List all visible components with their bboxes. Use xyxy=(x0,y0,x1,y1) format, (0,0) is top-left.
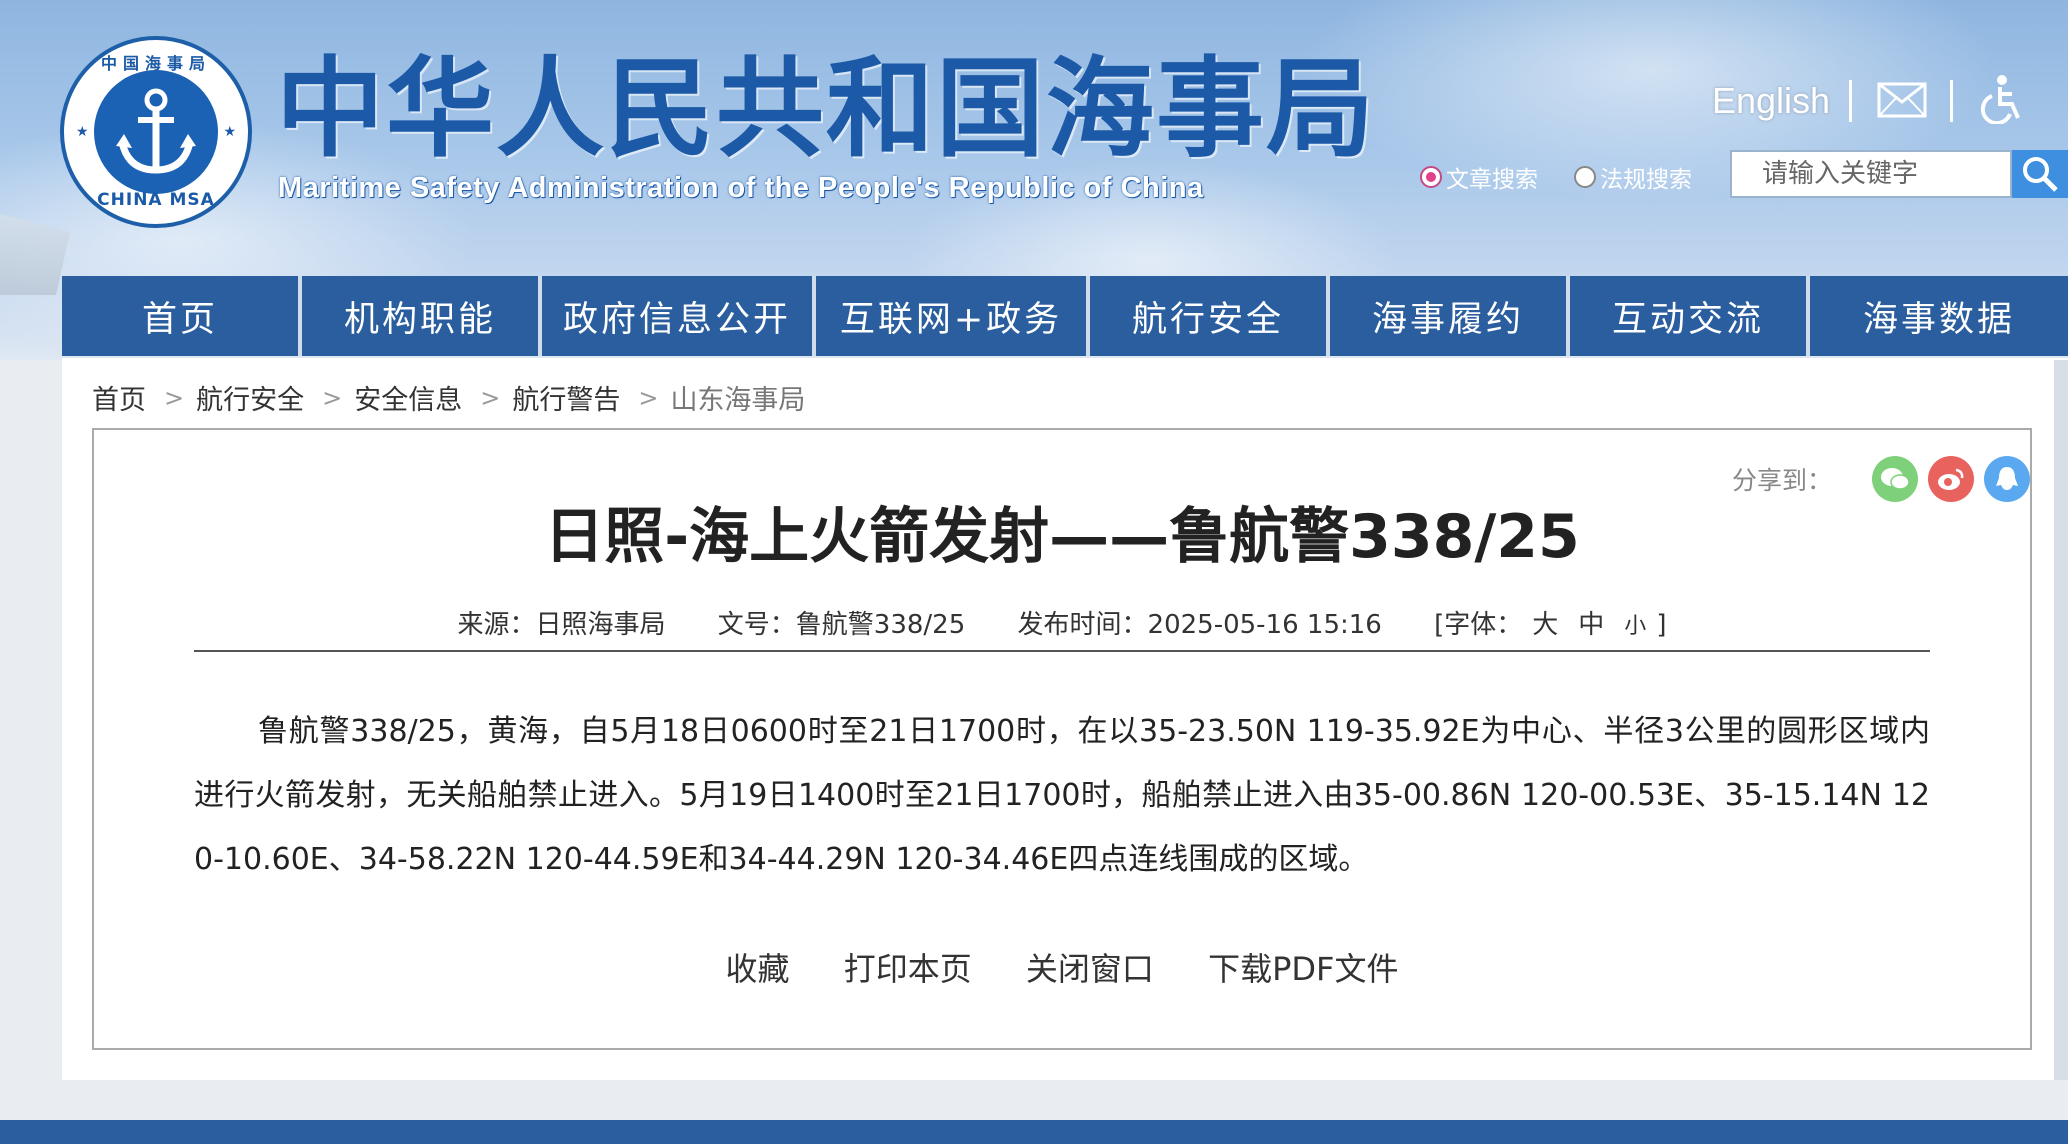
article-doc-number: 文号：鲁航警338/25 xyxy=(717,610,966,640)
star-icon: ★ xyxy=(223,124,236,140)
divider xyxy=(1849,80,1852,122)
article-source: 来源：日照海事局 xyxy=(457,610,666,640)
print-button[interactable]: 打印本页 xyxy=(844,950,972,988)
font-size-large-button[interactable]: 大 xyxy=(1532,610,1558,640)
breadcrumb-shandong-msa[interactable]: 山东海事局 xyxy=(670,378,805,417)
english-link[interactable]: English xyxy=(1712,80,1830,122)
footer-bar xyxy=(0,1120,2068,1144)
chevron-right-icon: > xyxy=(322,383,343,412)
search-button[interactable] xyxy=(2012,150,2068,198)
article-publish-time: 发布时间：2025-05-16 15:16 xyxy=(1017,610,1382,640)
chevron-right-icon: > xyxy=(480,383,501,412)
emblem-bottom-text: CHINA MSA xyxy=(97,190,215,210)
mail-icon[interactable] xyxy=(1877,82,1927,118)
article-meta: 来源：日照海事局 文号：鲁航警338/25 发布时间：2025-05-16 15… xyxy=(92,604,2032,641)
nav-item-interaction[interactable]: 互动交流 xyxy=(1570,276,1806,356)
search-icon xyxy=(2023,157,2058,192)
article-actions: 收藏 打印本页 关闭窗口 下载PDF文件 xyxy=(92,944,2032,990)
nav-item-navigation-safety[interactable]: 航行安全 xyxy=(1090,276,1326,356)
nav-item-gov-info[interactable]: 政府信息公开 xyxy=(542,276,812,356)
nav-item-home[interactable]: 首页 xyxy=(62,276,298,356)
breadcrumb-safety-info[interactable]: 安全信息 xyxy=(354,378,462,417)
breadcrumb-home[interactable]: 首页 xyxy=(92,378,146,417)
main-nav: 首页 机构职能 政府信息公开 互联网+政务 航行安全 海事履约 互动交流 海事数… xyxy=(62,276,2068,356)
search-input[interactable] xyxy=(1730,150,2012,198)
anchor-icon xyxy=(116,88,196,174)
divider xyxy=(1950,80,1953,122)
font-size-small-button[interactable]: 小 xyxy=(1624,614,1646,639)
search-option-regulation[interactable]: 法规搜索 xyxy=(1574,160,1692,194)
nav-item-data[interactable]: 海事数据 xyxy=(1810,276,2068,356)
chevron-right-icon: > xyxy=(638,383,659,412)
font-size-label: [字体： xyxy=(1434,610,1523,640)
chevron-right-icon: > xyxy=(164,383,185,412)
breadcrumb: 首页 > 航行安全 > 安全信息 > 航行警告 > 山东海事局 xyxy=(92,378,805,417)
radio-selected[interactable] xyxy=(1420,166,1442,188)
scroll-edge xyxy=(2054,360,2068,1080)
nav-item-functions[interactable]: 机构职能 xyxy=(302,276,538,356)
msa-emblem-logo[interactable]: 中国海事局 ★ ★ CHINA MSA xyxy=(60,36,252,228)
site-title[interactable]: 中华人民共和国海事局 xyxy=(276,52,1376,168)
breadcrumb-warnings[interactable]: 航行警告 xyxy=(512,378,620,417)
meta-divider xyxy=(194,650,1930,652)
search-option-article[interactable]: 文章搜索 xyxy=(1420,160,1538,194)
close-window-button[interactable]: 关闭窗口 xyxy=(1026,950,1154,988)
site-subtitle: Maritime Safety Administration of the Pe… xyxy=(278,172,1204,204)
download-pdf-button[interactable]: 下载PDF文件 xyxy=(1208,950,1398,988)
favorite-button[interactable]: 收藏 xyxy=(726,950,790,988)
font-size-medium-button[interactable]: 中 xyxy=(1578,610,1604,640)
article-body: 鲁航警338/25，黄海，自5月18日0600时至21日1700时，在以35-2… xyxy=(194,714,1930,877)
article-title: 日照-海上火箭发射——鲁航警338/25 xyxy=(544,502,1580,572)
nav-item-e-government[interactable]: 互联网+政务 xyxy=(816,276,1086,356)
accessibility-icon[interactable] xyxy=(1980,74,2026,124)
breadcrumb-navigation-safety[interactable]: 航行安全 xyxy=(196,378,304,417)
radio-unselected[interactable] xyxy=(1574,166,1596,188)
star-icon: ★ xyxy=(76,124,89,140)
font-size-label-close: ] xyxy=(1656,610,1667,640)
nav-item-compliance[interactable]: 海事履约 xyxy=(1330,276,1566,356)
